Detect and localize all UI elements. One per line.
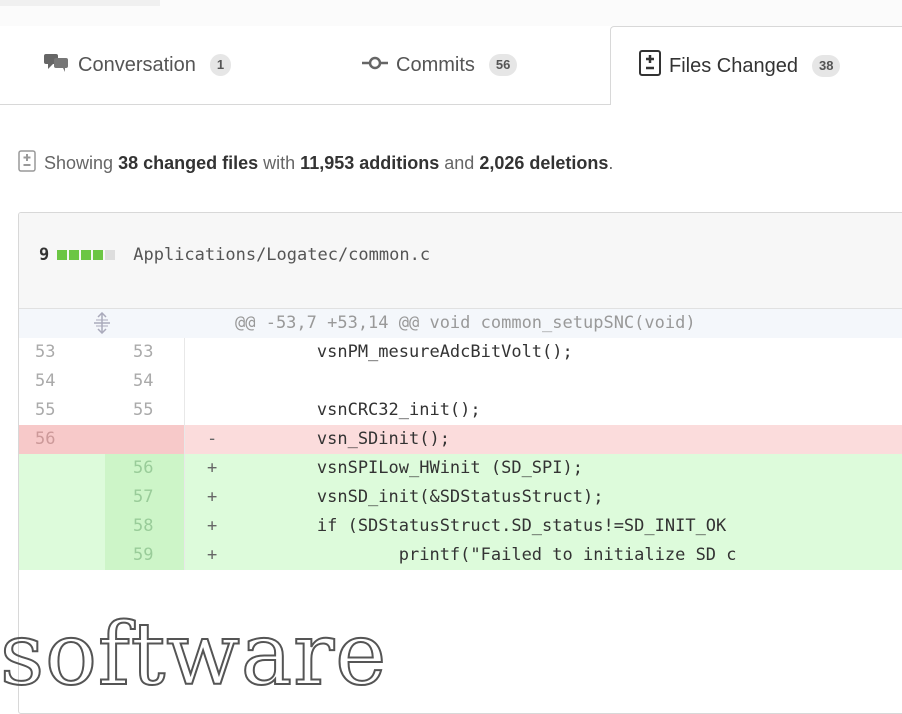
diff-sign: + <box>207 516 218 536</box>
diff-line-addition: 57 + vsnSD_init(&SDStatusStruct); <box>19 483 902 512</box>
old-line-number[interactable]: 56 <box>19 425 105 454</box>
diff-summary: Showing 38 changed files with 11,953 add… <box>18 150 613 177</box>
summary-files: 38 changed files <box>118 153 259 173</box>
diff-sign: - <box>207 429 218 449</box>
diffstat-block <box>105 250 116 260</box>
diff-line-context: 55 55 vsnCRC32_init(); <box>19 396 902 425</box>
code-line: vsnPM_mesureAdcBitVolt(); <box>235 342 573 362</box>
old-line-number[interactable] <box>19 512 105 541</box>
diffstat-block <box>57 250 68 260</box>
new-line-number[interactable]: 58 <box>105 512 185 541</box>
code-line: vsnCRC32_init(); <box>235 400 481 420</box>
old-line-number[interactable]: 55 <box>19 396 105 425</box>
new-line-number[interactable] <box>105 425 185 454</box>
new-line-number[interactable]: 55 <box>105 396 185 425</box>
diff-sign: + <box>207 458 218 478</box>
comment-discussion-icon <box>44 52 70 78</box>
summary-and: and <box>444 153 475 173</box>
diff-sign <box>185 338 235 367</box>
code-line: vsnSD_init(&SDStatusStruct); <box>235 487 604 507</box>
tab-commits-count: 56 <box>488 54 518 76</box>
old-line-number[interactable]: 54 <box>19 367 105 396</box>
tab-files-changed-count: 38 <box>811 55 841 77</box>
new-line-number[interactable]: 53 <box>105 338 185 367</box>
code-line: vsnSPILow_HWinit (SD_SPI); <box>235 458 583 478</box>
tab-files-changed[interactable]: Files Changed 38 <box>610 26 902 105</box>
diff-sign: + <box>207 545 218 565</box>
summary-deletions: 2,026 deletions <box>479 153 609 173</box>
file-change-count: 9 <box>39 245 50 265</box>
summary-prefix: Showing <box>44 153 114 173</box>
diff-line-context: 53 53 vsnPM_mesureAdcBitVolt(); <box>19 338 902 367</box>
diff-line-addition: 59 + printf("Failed to initialize SD c <box>19 541 902 570</box>
top-strip-mark <box>0 0 160 6</box>
code-line: printf("Failed to initialize SD c <box>235 545 737 565</box>
diffstat-block <box>93 250 104 260</box>
old-line-number[interactable]: 53 <box>19 338 105 367</box>
diffstat-block <box>69 250 80 260</box>
file-path[interactable]: Applications/Logatec/common.c <box>133 245 430 265</box>
file-header[interactable]: 9 Applications/Logatec/common.c <box>19 213 902 309</box>
tab-commits[interactable]: Commits 56 <box>362 26 518 104</box>
new-line-number[interactable]: 59 <box>105 541 185 570</box>
diffstat-block <box>81 250 92 260</box>
diff-sign <box>185 367 235 396</box>
code-line: if (SDStatusStruct.SD_status!=SD_INIT_OK <box>235 516 727 536</box>
old-line-number[interactable] <box>19 483 105 512</box>
summary-additions: 11,953 additions <box>300 153 440 173</box>
old-line-number[interactable] <box>19 541 105 570</box>
new-line-number[interactable]: 54 <box>105 367 185 396</box>
diff-line-deletion: 56 - vsn_SDinit(); <box>19 425 902 454</box>
diff-line-addition: 58 + if (SDStatusStruct.SD_status!=SD_INI… <box>19 512 902 541</box>
diff-lines: 53 53 vsnPM_mesureAdcBitVolt(); 54 54 55 55 v… <box>19 338 902 570</box>
tab-conversation[interactable]: Conversation 1 <box>44 26 232 104</box>
new-line-number[interactable]: 57 <box>105 483 185 512</box>
file-diff-icon <box>18 150 36 177</box>
top-strip <box>0 0 902 26</box>
diff-sign <box>185 396 235 425</box>
new-line-number[interactable]: 56 <box>105 454 185 483</box>
watermark-text: software <box>0 605 388 705</box>
expand-icon[interactable] <box>19 309 185 338</box>
file-diff-icon <box>639 50 661 82</box>
tab-files-changed-label: Files Changed <box>669 54 798 77</box>
tab-conversation-count: 1 <box>209 54 232 76</box>
diff-sign: + <box>207 487 218 507</box>
tab-commits-label: Commits <box>396 53 475 76</box>
code-line: vsn_SDinit(); <box>235 429 450 449</box>
diff-line-addition: 56 + vsnSPILow_HWinit (SD_SPI); <box>19 454 902 483</box>
hunk-header-text: @@ -53,7 +53,14 @@ void common_setupSNC(… <box>235 313 696 333</box>
summary-end: . <box>608 153 614 173</box>
diff-line-context: 54 54 <box>19 367 902 396</box>
old-line-number[interactable] <box>19 454 105 483</box>
hunk-header: @@ -53,7 +53,14 @@ void common_setupSNC(… <box>19 309 902 338</box>
diffstat-bar <box>57 245 117 265</box>
tab-underline <box>0 104 610 105</box>
git-commit-icon <box>362 54 388 77</box>
summary-mid: with <box>263 153 296 173</box>
tab-conversation-label: Conversation <box>78 53 196 76</box>
